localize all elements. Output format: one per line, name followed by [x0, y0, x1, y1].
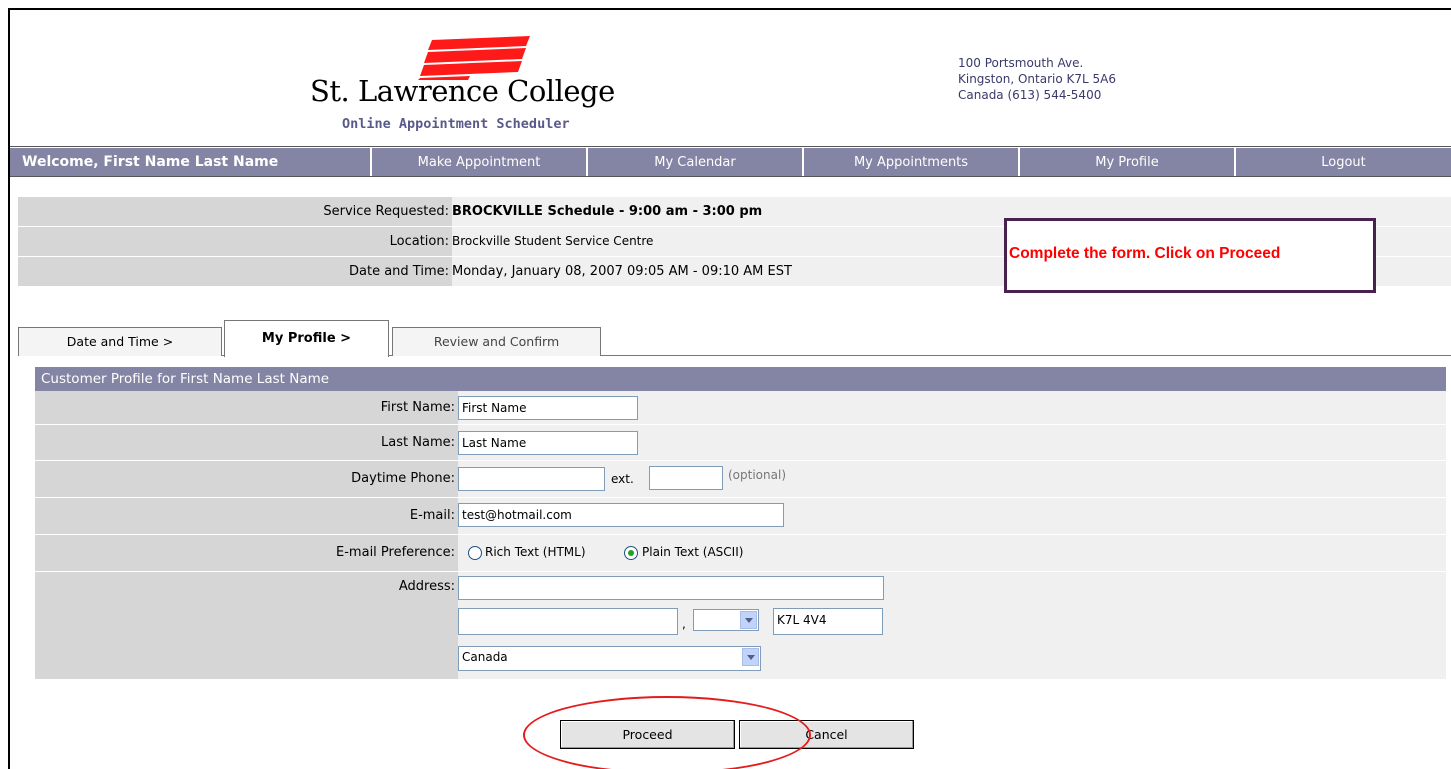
main-nav: Welcome, First Name Last Name Make Appoi…: [10, 148, 1451, 177]
phone-input[interactable]: [458, 467, 605, 491]
first-name-row: First Name: First Name: [35, 391, 1446, 425]
address-line: Kingston, Ontario K7L 5A6: [958, 72, 1116, 86]
postal-code-input[interactable]: K7L 4V4: [773, 608, 883, 635]
last-name-input[interactable]: Last Name: [458, 431, 638, 455]
college-address: 100 Portsmouth Ave. Kingston, Ontario K7…: [958, 55, 1116, 103]
country-value: Canada: [462, 650, 508, 664]
address-line-input[interactable]: [458, 576, 884, 600]
service-label: Service Requested:: [18, 197, 452, 226]
profile-form: Customer Profile for First Name Last Nam…: [35, 367, 1446, 680]
email-row: E-mail: test@hotmail.com: [35, 498, 1446, 535]
radio-rich-text[interactable]: [468, 546, 482, 560]
datetime-label: Date and Time:: [18, 257, 452, 286]
email-preference-row: E-mail Preference: Rich Text (HTML) Plai…: [35, 535, 1446, 572]
page-frame: St. Lawrence College Online Appointment …: [8, 8, 1451, 769]
cancel-button[interactable]: Cancel: [739, 720, 914, 749]
address-line: Canada (613) 544-5400: [958, 88, 1102, 102]
instruction-callout: Complete the form. Click on Proceed: [1004, 218, 1376, 293]
phone-row: Daytime Phone: ext. (optional): [35, 461, 1446, 498]
last-name-row: Last Name: Last Name: [35, 425, 1446, 461]
nav-my-profile[interactable]: My Profile: [1020, 148, 1236, 176]
province-select[interactable]: [693, 609, 759, 631]
page-header: St. Lawrence College Online Appointment …: [10, 10, 1451, 147]
form-title: Customer Profile for First Name Last Nam…: [35, 367, 1446, 391]
city-input[interactable]: [458, 608, 678, 635]
rich-text-option-label: Rich Text (HTML): [485, 545, 586, 559]
tab-review-and-confirm[interactable]: Review and Confirm: [392, 327, 601, 356]
last-name-label: Last Name:: [35, 425, 458, 460]
location-label: Location:: [18, 227, 452, 256]
nav-my-appointments[interactable]: My Appointments: [804, 148, 1020, 176]
city-separator: ,: [682, 617, 686, 631]
tab-my-profile[interactable]: My Profile >: [224, 320, 389, 357]
tab-date-and-time[interactable]: Date and Time >: [18, 327, 222, 356]
nav-make-appointment[interactable]: Make Appointment: [372, 148, 588, 176]
optional-note: (optional): [728, 468, 786, 482]
first-name-input[interactable]: First Name: [458, 396, 638, 420]
plain-text-option-label: Plain Text (ASCII): [642, 545, 744, 559]
radio-plain-text[interactable]: [624, 546, 638, 560]
ext-input[interactable]: [649, 466, 723, 490]
welcome-message: Welcome, First Name Last Name: [10, 148, 372, 176]
address-row: Address: , K7L 4V4 Canada: [35, 572, 1446, 680]
college-name: St. Lawrence College: [310, 74, 615, 108]
ext-label: ext.: [611, 472, 634, 486]
first-name-label: First Name:: [35, 391, 458, 424]
wizard-tabs: Date and Time > My Profile > Review and …: [18, 317, 1451, 357]
chevron-down-icon: [742, 648, 759, 666]
email-input[interactable]: test@hotmail.com: [458, 503, 784, 527]
proceed-button[interactable]: Proceed: [560, 720, 735, 749]
chevron-down-icon: [740, 611, 757, 629]
app-subtitle: Online Appointment Scheduler: [342, 116, 570, 132]
nav-my-calendar[interactable]: My Calendar: [588, 148, 804, 176]
callout-text: Complete the form. Click on Proceed: [1009, 245, 1281, 262]
email-label: E-mail:: [35, 498, 458, 534]
nav-logout[interactable]: Logout: [1236, 148, 1451, 176]
address-line: 100 Portsmouth Ave.: [958, 56, 1084, 70]
country-select[interactable]: Canada: [458, 646, 761, 671]
address-label: Address:: [35, 572, 458, 679]
phone-label: Daytime Phone:: [35, 461, 458, 497]
email-preference-label: E-mail Preference:: [35, 535, 458, 571]
